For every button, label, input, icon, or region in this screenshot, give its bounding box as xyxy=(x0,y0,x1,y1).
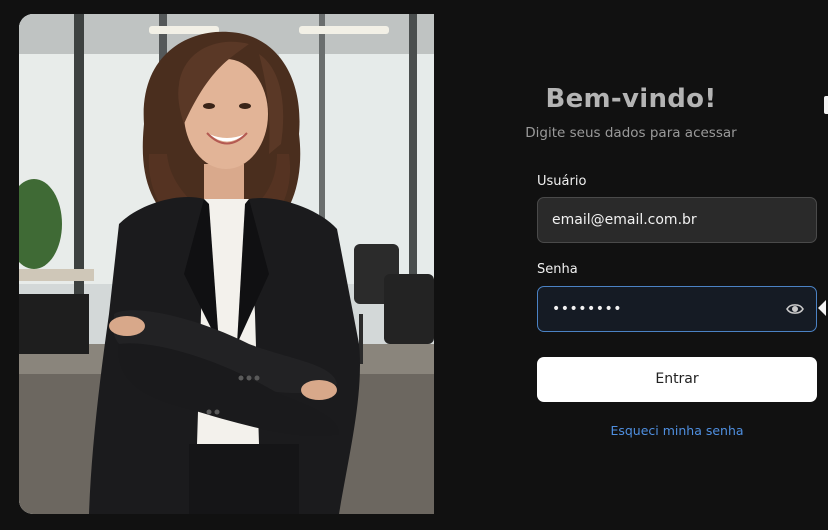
forgot-password-link[interactable]: Esqueci minha senha xyxy=(537,423,817,438)
page-title: Bem-vindo! xyxy=(545,84,717,114)
login-screen: Bem-vindo! Digite seus dados para acessa… xyxy=(0,0,828,530)
hero-photo xyxy=(19,14,434,514)
username-label: Usuário xyxy=(537,174,587,189)
password-value: •••••••• xyxy=(552,301,623,317)
submit-button[interactable]: Entrar xyxy=(537,357,817,402)
password-label: Senha xyxy=(537,262,578,277)
username-value: email@email.com.br xyxy=(552,212,697,228)
businesswoman-photo xyxy=(19,14,434,514)
eye-icon[interactable] xyxy=(786,301,804,317)
page-subtitle: Digite seus dados para acessar xyxy=(525,125,737,141)
username-input[interactable]: email@email.com.br xyxy=(537,197,817,243)
password-input[interactable]: •••••••• xyxy=(537,286,817,332)
login-panel: Bem-vindo! Digite seus dados para acessa… xyxy=(434,14,828,514)
tooltip-pointer xyxy=(818,300,826,316)
